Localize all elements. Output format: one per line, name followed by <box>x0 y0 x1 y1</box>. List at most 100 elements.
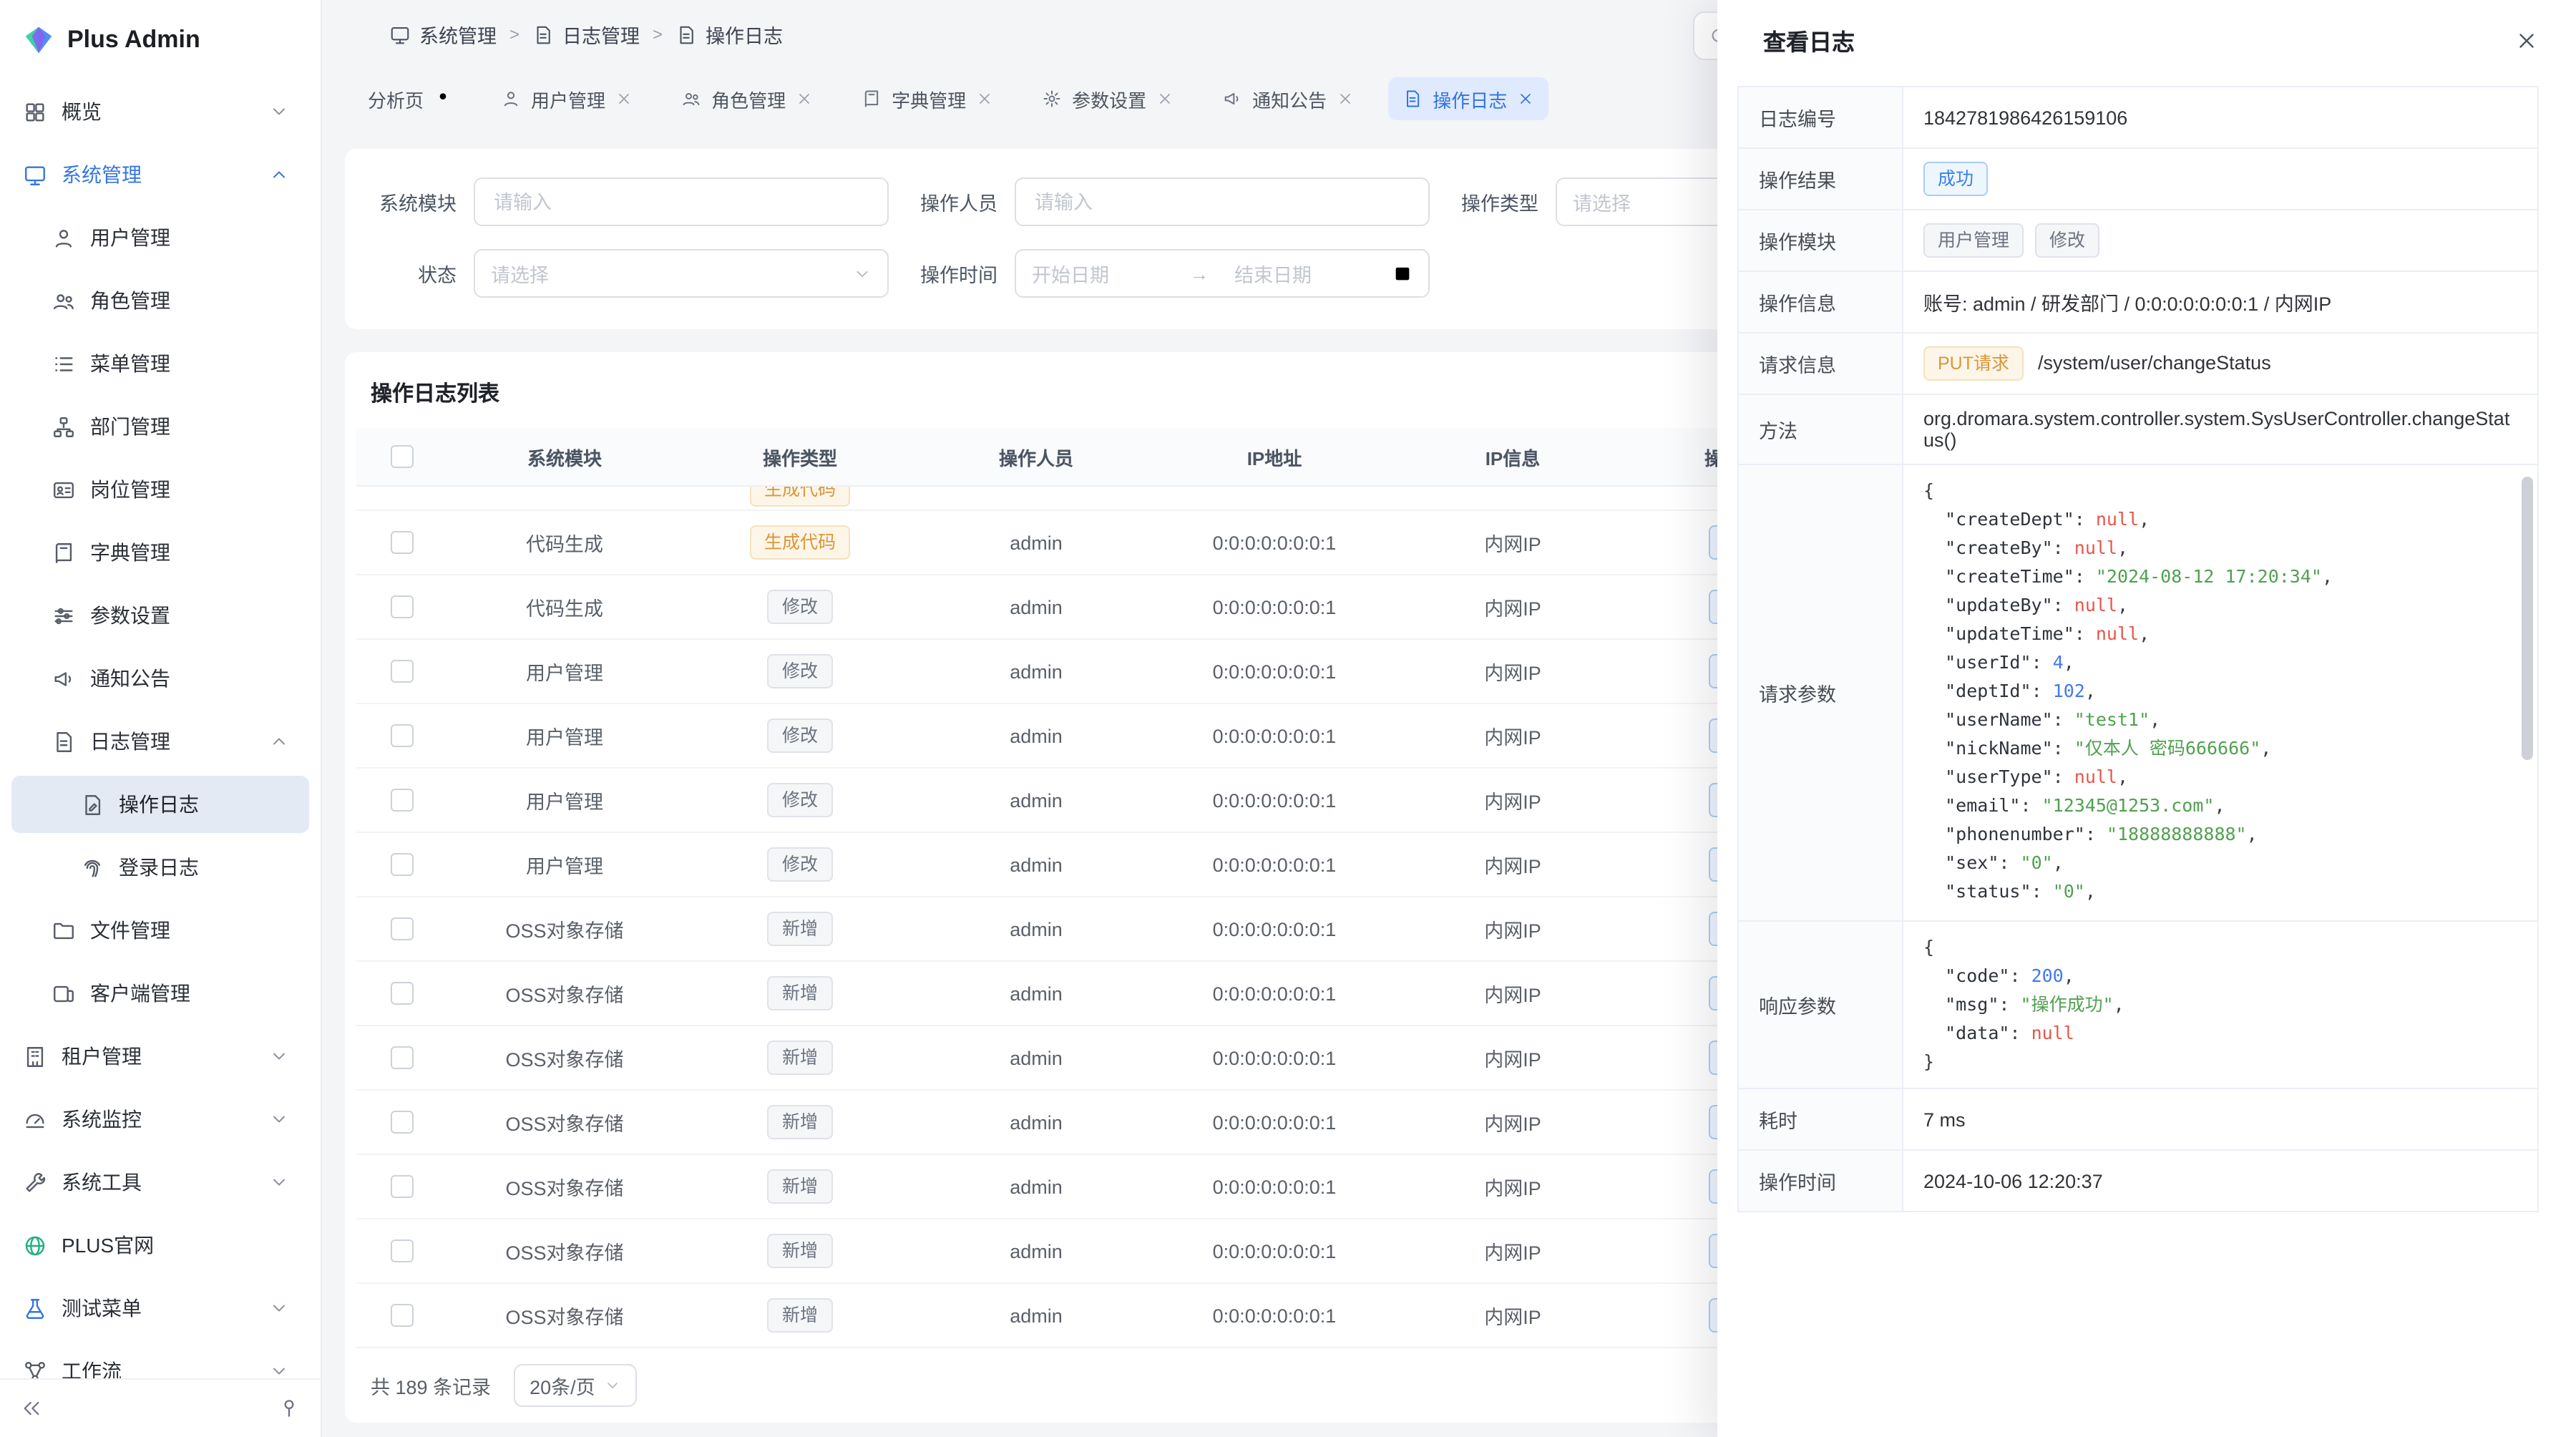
table-row[interactable]: 代码生成 修改 admin 0:0:0:0:0:0:0:1 内网IP 成功 <box>356 575 1853 639</box>
sidebar-item-dict-management[interactable]: 字典管理 <box>11 524 309 581</box>
close-icon[interactable] <box>615 90 633 107</box>
response-params-code: { "code": 200, "msg": "操作成功", "data": nu… <box>1903 922 2537 1088</box>
action-badge: 新增 <box>768 912 832 946</box>
system-module-input[interactable] <box>491 190 872 214</box>
user-icon <box>52 225 76 250</box>
sidebar-item-label: 文件管理 <box>90 916 170 945</box>
app-root: Plus Admin 概览 系统管理 用户管理 角色管理 菜单管理 部门管理 岗… <box>0 0 2576 1437</box>
close-icon[interactable] <box>1156 90 1174 107</box>
sidebar-item-overview[interactable]: 概览 <box>11 83 309 140</box>
close-icon[interactable] <box>1337 90 1354 107</box>
sidebar-item-system-monitor[interactable]: 系统监控 <box>11 1091 309 1148</box>
request-params-code[interactable]: { "createDept": null, "createBy": null, … <box>1903 465 2537 920</box>
sidebar-item-role-management[interactable]: 角色管理 <box>11 272 309 329</box>
tab-notice[interactable]: 通知公告 <box>1208 77 1368 120</box>
row-checkbox[interactable] <box>391 789 414 812</box>
operation-time-range-picker[interactable]: 开始日期 → 结束日期 <box>1015 249 1430 298</box>
action-badge: 修改 <box>768 654 832 688</box>
breadcrumb-item-log-management[interactable]: 日志管理 <box>532 20 640 49</box>
row-checkbox[interactable] <box>391 1175 414 1198</box>
table-row[interactable]: OSS对象存储 新增 admin 0:0:0:0:0:0:0:1 内网IP 成功 <box>356 961 1853 1026</box>
sidebar-item-label: 通知公告 <box>90 664 170 693</box>
breadcrumb-item-operation-log[interactable]: 操作日志 <box>675 20 783 49</box>
detail-row-request-params: 请求参数 { "createDept": null, "createBy": n… <box>1738 464 2538 921</box>
close-icon[interactable] <box>976 90 993 107</box>
select-all-checkbox[interactable] <box>391 446 414 469</box>
sidebar-item-test-menu[interactable]: 测试菜单 <box>11 1280 309 1337</box>
drawer-header: 查看日志 <box>1717 0 2576 80</box>
table-row[interactable]: 用户管理 修改 admin 0:0:0:0:0:0:0:1 内网IP 成功 <box>356 703 1853 768</box>
row-checkbox[interactable] <box>391 853 414 876</box>
sidebar-item-system-tools[interactable]: 系统工具 <box>11 1154 309 1211</box>
cell-ip-info: 内网IP <box>1395 832 1630 897</box>
status-select[interactable]: 请选择 <box>474 249 889 298</box>
book-icon <box>52 540 76 565</box>
close-icon[interactable] <box>1517 90 1534 107</box>
row-checkbox[interactable] <box>391 1304 414 1327</box>
row-checkbox[interactable] <box>391 1111 414 1134</box>
table-row[interactable]: 用户管理 修改 admin 0:0:0:0:0:0:0:1 内网IP 成功 <box>356 768 1853 832</box>
table-row[interactable]: OSS对象存储 新增 admin 0:0:0:0:0:0:0:1 内网IP 成功 <box>356 1090 1853 1154</box>
cell-operator: admin <box>919 703 1153 768</box>
close-icon[interactable] <box>796 90 813 107</box>
app-logo[interactable]: Plus Admin <box>0 0 321 80</box>
date-start-placeholder: 开始日期 <box>1032 259 1179 288</box>
sidebar-item-file-management[interactable]: 文件管理 <box>11 902 309 959</box>
table-row[interactable]: 用户管理 修改 admin 0:0:0:0:0:0:0:1 内网IP 成功 <box>356 639 1853 703</box>
detail-label: 操作模块 <box>1738 210 1903 271</box>
sidebar-item-log-management[interactable]: 日志管理 <box>11 713 309 770</box>
pin-icon[interactable] <box>434 89 452 108</box>
table-row[interactable]: OSS对象存储 新增 admin 0:0:0:0:0:0:0:1 内网IP 成功 <box>356 1219 1853 1283</box>
sidebar-item-plus-website[interactable]: PLUS官网 <box>11 1217 309 1274</box>
column-module: 系统模块 <box>448 428 681 486</box>
chevron-up-icon <box>269 731 289 751</box>
detail-label: 请求参数 <box>1738 464 1903 921</box>
sidebar-item-client-management[interactable]: 客户端管理 <box>11 965 309 1022</box>
page-size-select[interactable]: 20条/页 <box>514 1364 637 1407</box>
row-checkbox[interactable] <box>391 531 414 554</box>
sidebar-item-operation-log[interactable]: 操作日志 <box>11 776 309 833</box>
sidebar-item-tenant-management[interactable]: 租户管理 <box>11 1028 309 1085</box>
action-badge: 新增 <box>768 1298 832 1333</box>
sidebar-item-dept-management[interactable]: 部门管理 <box>11 398 309 455</box>
megaphone-icon <box>52 666 76 691</box>
row-checkbox[interactable] <box>391 595 414 618</box>
table-row[interactable]: OSS对象存储 新增 admin 0:0:0:0:0:0:0:1 内网IP 成功 <box>356 1154 1853 1219</box>
row-checkbox[interactable] <box>391 1239 414 1262</box>
sidebar-item-login-log[interactable]: 登录日志 <box>11 839 309 896</box>
log-detail-drawer: 查看日志 日志编号 1842781986426159106 操作结果 成功 操作… <box>1717 0 2576 1437</box>
tab-user-management[interactable]: 用户管理 <box>487 77 647 120</box>
logo-gem-icon <box>23 24 54 56</box>
table-row[interactable]: OSS对象存储 新增 admin 0:0:0:0:0:0:0:1 内网IP 成功 <box>356 1026 1853 1090</box>
row-checkbox[interactable] <box>391 917 414 940</box>
tab-role-management[interactable]: 角色管理 <box>667 77 827 120</box>
row-checkbox[interactable] <box>391 660 414 683</box>
tab-param-settings[interactable]: 参数设置 <box>1028 77 1188 120</box>
table-row[interactable]: 用户管理 修改 admin 0:0:0:0:0:0:0:1 内网IP 成功 <box>356 832 1853 897</box>
operator-input[interactable] <box>1032 190 1413 214</box>
tab-analysis[interactable]: 分析页 <box>353 77 467 120</box>
tab-operation-log[interactable]: 操作日志 <box>1388 77 1548 120</box>
sidebar-item-post-management[interactable]: 岗位管理 <box>11 461 309 518</box>
pin-sidebar-icon[interactable] <box>278 1397 301 1420</box>
sidebar-item-system-management[interactable]: 系统管理 <box>11 146 309 203</box>
action-badge: 新增 <box>768 976 832 1010</box>
close-icon[interactable] <box>2514 28 2539 52</box>
collapse-sidebar-icon[interactable] <box>20 1397 43 1420</box>
cell-ip-info: 内网IP <box>1395 639 1630 703</box>
sidebar-item-notice[interactable]: 通知公告 <box>11 650 309 707</box>
row-checkbox[interactable] <box>391 1046 414 1069</box>
table-row[interactable]: OSS对象存储 新增 admin 0:0:0:0:0:0:0:1 内网IP 成功 <box>356 1283 1853 1348</box>
sidebar-item-label: 系统工具 <box>62 1168 142 1197</box>
table-row[interactable]: OSS对象存储 新增 admin 0:0:0:0:0:0:0:1 内网IP 成功 <box>356 897 1853 961</box>
sidebar-item-user-management[interactable]: 用户管理 <box>11 209 309 266</box>
hamburger-menu-icon[interactable] <box>345 22 369 47</box>
tab-dict-management[interactable]: 字典管理 <box>847 77 1008 120</box>
sidebar-item-param-settings[interactable]: 参数设置 <box>11 587 309 644</box>
row-checkbox[interactable] <box>391 724 414 747</box>
row-checkbox[interactable] <box>391 982 414 1005</box>
sidebar-item-menu-management[interactable]: 菜单管理 <box>11 335 309 392</box>
table-row[interactable]: 代码生成 生成代码 admin 0:0:0:0:0:0:0:1 内网IP 成功 <box>356 510 1853 575</box>
scrollbar-thumb[interactable] <box>2522 477 2533 760</box>
breadcrumb-item-system[interactable]: 系统管理 <box>389 20 497 49</box>
